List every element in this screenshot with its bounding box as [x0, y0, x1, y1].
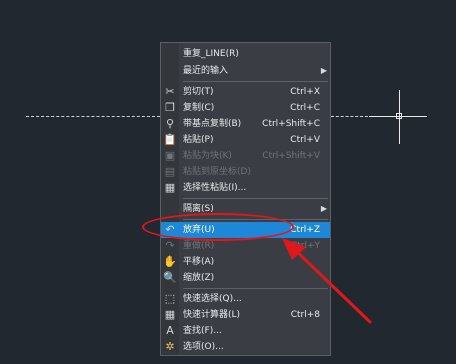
annotation-arrow [282, 238, 372, 324]
annotation-arrow-shaft [290, 245, 372, 324]
